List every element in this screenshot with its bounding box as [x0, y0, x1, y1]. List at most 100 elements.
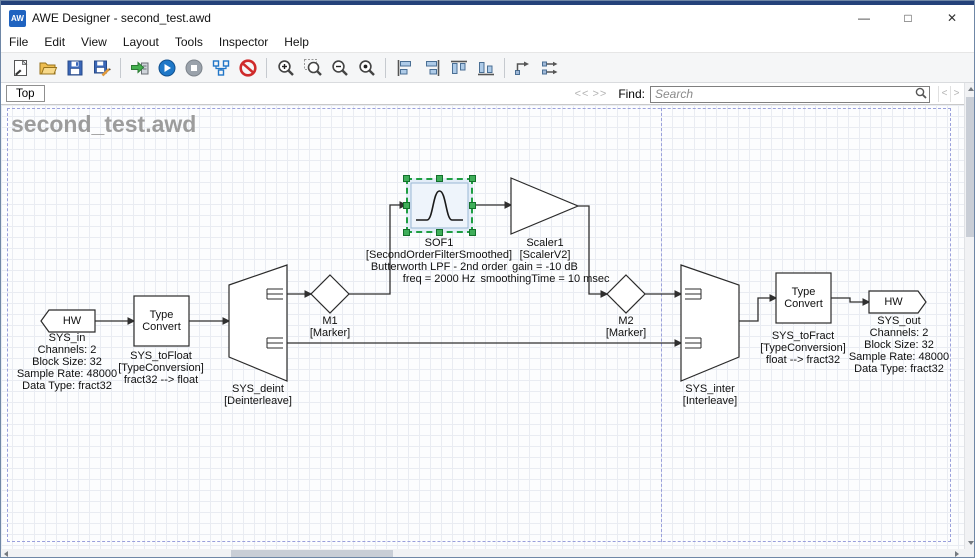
scroll-down-button[interactable]: [965, 537, 975, 549]
caption-line: [Deinterleave]: [198, 395, 318, 407]
menu-inspector[interactable]: Inspector: [211, 31, 276, 52]
selection-handle[interactable]: [469, 229, 476, 236]
block-sys-inter[interactable]: [681, 265, 739, 381]
find-next-button[interactable]: >: [950, 86, 962, 102]
selection-handle[interactable]: [403, 202, 410, 209]
profile-button[interactable]: [207, 55, 234, 81]
block-sys-deint[interactable]: [229, 265, 287, 381]
save-as-button[interactable]: [88, 55, 115, 81]
server-connect-icon: [130, 58, 150, 78]
zoom-window-button[interactable]: [299, 55, 326, 81]
save-icon: [65, 58, 85, 78]
align-left-button[interactable]: [391, 55, 418, 81]
maximize-button[interactable]: □: [886, 5, 930, 31]
block-sof1-selected[interactable]: [406, 178, 473, 233]
caption-line: [ScalerV2]: [466, 249, 624, 261]
toolbar-separator: [120, 58, 121, 78]
toolbar-separator: [385, 58, 386, 78]
zoom-out-button[interactable]: [326, 55, 353, 81]
minimize-button[interactable]: —: [842, 5, 886, 31]
find-field-wrap: [650, 85, 930, 102]
align-bottom-button[interactable]: [472, 55, 499, 81]
menu-file[interactable]: File: [1, 31, 36, 52]
selection-handle[interactable]: [403, 175, 410, 182]
horizontal-scroll-thumb[interactable]: [231, 550, 393, 558]
caption-line: gain = -10 dB: [466, 261, 624, 273]
caption-line: smoothingTime = 10 msec: [466, 273, 624, 285]
connect-bus-button[interactable]: [537, 55, 564, 81]
menu-layout[interactable]: Layout: [115, 31, 167, 52]
block-m1[interactable]: [311, 275, 349, 313]
caption-line: SYS_out: [840, 315, 958, 327]
zoom-in-button[interactable]: [272, 55, 299, 81]
caption-line: [TypeConversion]: [101, 362, 221, 374]
menu-edit[interactable]: Edit: [36, 31, 73, 52]
tab-top[interactable]: Top: [6, 85, 45, 102]
align-top-button[interactable]: [445, 55, 472, 81]
selection-handle[interactable]: [436, 175, 443, 182]
search-input[interactable]: [650, 86, 930, 103]
caption-line: [Marker]: [586, 327, 666, 339]
play-icon: [157, 58, 177, 78]
zoom-out-icon: [330, 58, 350, 78]
selection-handle[interactable]: [436, 229, 443, 236]
m1-caption: M1 [Marker]: [290, 315, 370, 339]
menu-view[interactable]: View: [73, 31, 115, 52]
design-canvas[interactable]: second_test.awd: [1, 105, 964, 549]
play-button[interactable]: [153, 55, 180, 81]
menu-help[interactable]: Help: [276, 31, 317, 52]
align-right-icon: [422, 58, 442, 78]
caption-line: SYS_toFloat: [101, 350, 221, 362]
find-prev-button[interactable]: <: [938, 86, 950, 102]
connect-pins-icon: [514, 58, 534, 78]
horizontal-scrollbar[interactable]: [1, 549, 962, 558]
selection-handle[interactable]: [403, 229, 410, 236]
open-folder-icon: [38, 58, 58, 78]
sys-out-hw-label: HW: [869, 291, 918, 313]
zoom-actual-button[interactable]: [353, 55, 380, 81]
scaler1-caption: Scaler1 [ScalerV2] gain = -10 dB smoothi…: [466, 237, 624, 285]
m2-caption: M2 [Marker]: [586, 315, 666, 339]
toolbar: [1, 53, 974, 83]
align-top-icon: [449, 58, 469, 78]
scroll-up-button[interactable]: [965, 83, 975, 95]
find-label: Find:: [618, 87, 645, 101]
wire-inter-tofract[interactable]: [739, 298, 776, 321]
new-design-button[interactable]: [7, 55, 34, 81]
nav-back-button[interactable]: <<: [575, 88, 590, 100]
save-button[interactable]: [61, 55, 88, 81]
connect-pins-button[interactable]: [510, 55, 537, 81]
scroll-right-button[interactable]: [952, 549, 962, 558]
close-button[interactable]: ✕: [930, 5, 974, 31]
caption-line: Data Type: fract32: [840, 363, 958, 375]
caption-line: SYS_deint: [198, 383, 318, 395]
selection-handle[interactable]: [469, 175, 476, 182]
window-title: AWE Designer - second_test.awd: [32, 11, 842, 25]
caption-line: SYS_inter: [650, 383, 770, 395]
server-connect-button[interactable]: [126, 55, 153, 81]
block-scaler1[interactable]: [511, 178, 578, 234]
halt-button[interactable]: [234, 55, 261, 81]
sys-deint-caption: SYS_deint [Deinterleave]: [198, 383, 318, 407]
align-right-button[interactable]: [418, 55, 445, 81]
toolbar-separator: [266, 58, 267, 78]
stop-button[interactable]: [180, 55, 207, 81]
search-icon[interactable]: [914, 86, 928, 100]
vertical-scroll-thumb[interactable]: [966, 97, 975, 237]
sys-tofloat-caption: SYS_toFloat [TypeConversion] fract32 -->…: [101, 350, 221, 386]
right-arrow-icon: [955, 551, 959, 557]
connect-bus-icon: [541, 58, 561, 78]
selection-handle[interactable]: [469, 202, 476, 209]
menu-tools[interactable]: Tools: [167, 31, 211, 52]
left-arrow-icon: [4, 551, 8, 557]
open-button[interactable]: [34, 55, 61, 81]
caption-line: [Interleave]: [650, 395, 770, 407]
nav-forward-button[interactable]: >>: [592, 88, 607, 100]
new-design-icon: [11, 58, 31, 78]
zoom-in-icon: [276, 58, 296, 78]
caption-line: Scaler1: [466, 237, 624, 249]
scroll-left-button[interactable]: [1, 549, 11, 558]
filter-curve-icon: [410, 182, 469, 229]
wire-tofract-sysout[interactable]: [831, 298, 869, 302]
vertical-scrollbar[interactable]: [964, 83, 974, 549]
